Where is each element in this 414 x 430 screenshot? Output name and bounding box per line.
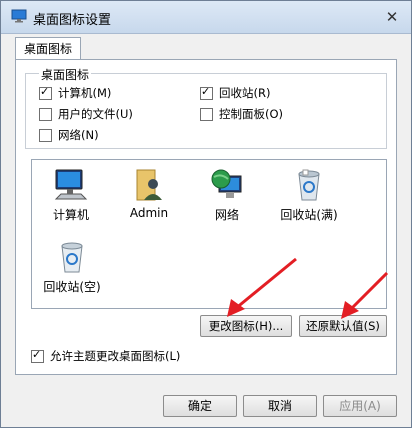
checkbox-box[interactable] (39, 85, 52, 100)
list-item-network[interactable]: 网络 (192, 168, 262, 223)
tab-desktop-icons[interactable]: 桌面图标 (15, 37, 81, 60)
checkbox-network[interactable]: 网络(N) (39, 127, 99, 143)
apply-button[interactable]: 应用(A) (323, 395, 397, 417)
checkbox-label: 控制面板(O) (219, 107, 284, 121)
list-item-recycle-full[interactable]: 回收站(满) (268, 168, 350, 223)
icon-label: 回收站(空) (43, 280, 101, 294)
window-title: 桌面图标设置 (33, 13, 112, 28)
icon-label: Admin (129, 206, 169, 220)
checkbox-box[interactable] (200, 107, 213, 121)
icon-label: 计算机 (52, 208, 89, 222)
checkbox-control-panel[interactable]: 控制面板(O) (200, 106, 283, 122)
title-bar: 桌面图标设置 ✕ (1, 1, 411, 34)
icon-label: 网络 (214, 208, 239, 222)
checkbox-label: 回收站(R) (219, 86, 271, 100)
desktop-icon-list[interactable]: 计算机 Admin 网络 回收站(满) 回收站(空) (31, 159, 387, 309)
checkbox-box[interactable] (31, 348, 44, 363)
recycle-bin-empty-icon (61, 242, 83, 273)
list-item-recycle-empty[interactable]: 回收站(空) (32, 240, 112, 295)
network-globe-icon (211, 169, 242, 198)
checkbox-allow-themes[interactable]: 允许主题更改桌面图标(L) (31, 348, 180, 364)
ok-button[interactable]: 确定 (163, 395, 237, 417)
restore-default-button[interactable]: 还原默认值(S) (299, 315, 387, 337)
desktop-settings-icon (11, 9, 27, 23)
checkbox-box[interactable] (39, 107, 52, 121)
checkbox-label: 计算机(M) (58, 86, 112, 100)
checkbox-user-files[interactable]: 用户的文件(U) (39, 106, 133, 122)
close-button[interactable]: ✕ (381, 7, 403, 27)
recycle-bin-full-icon (298, 169, 320, 201)
icon-label: 回收站(满) (280, 208, 338, 222)
checkbox-computer[interactable]: 计算机(M) (39, 85, 111, 101)
checkbox-label: 允许主题更改桌面图标(L) (50, 349, 181, 363)
checkbox-label: 网络(N) (58, 128, 99, 142)
checkbox-label: 用户的文件(U) (58, 107, 133, 121)
groupbox-legend: 桌面图标 (39, 66, 92, 83)
dialog-window: 桌面图标设置 ✕ 桌面图标 桌面图标 计算机(M) 回收站(R) 用户的文件(U… (0, 0, 412, 428)
list-item-admin[interactable]: Admin (114, 168, 184, 220)
user-folder-icon (136, 169, 162, 201)
checkbox-box[interactable] (200, 85, 213, 100)
change-icon-button[interactable]: 更改图标(H)... (200, 315, 292, 337)
list-item-computer[interactable]: 计算机 (36, 168, 106, 223)
checkbox-recycle-bin[interactable]: 回收站(R) (200, 85, 270, 101)
checkbox-box[interactable] (39, 128, 52, 142)
cancel-button[interactable]: 取消 (243, 395, 317, 417)
computer-icon (54, 169, 88, 200)
